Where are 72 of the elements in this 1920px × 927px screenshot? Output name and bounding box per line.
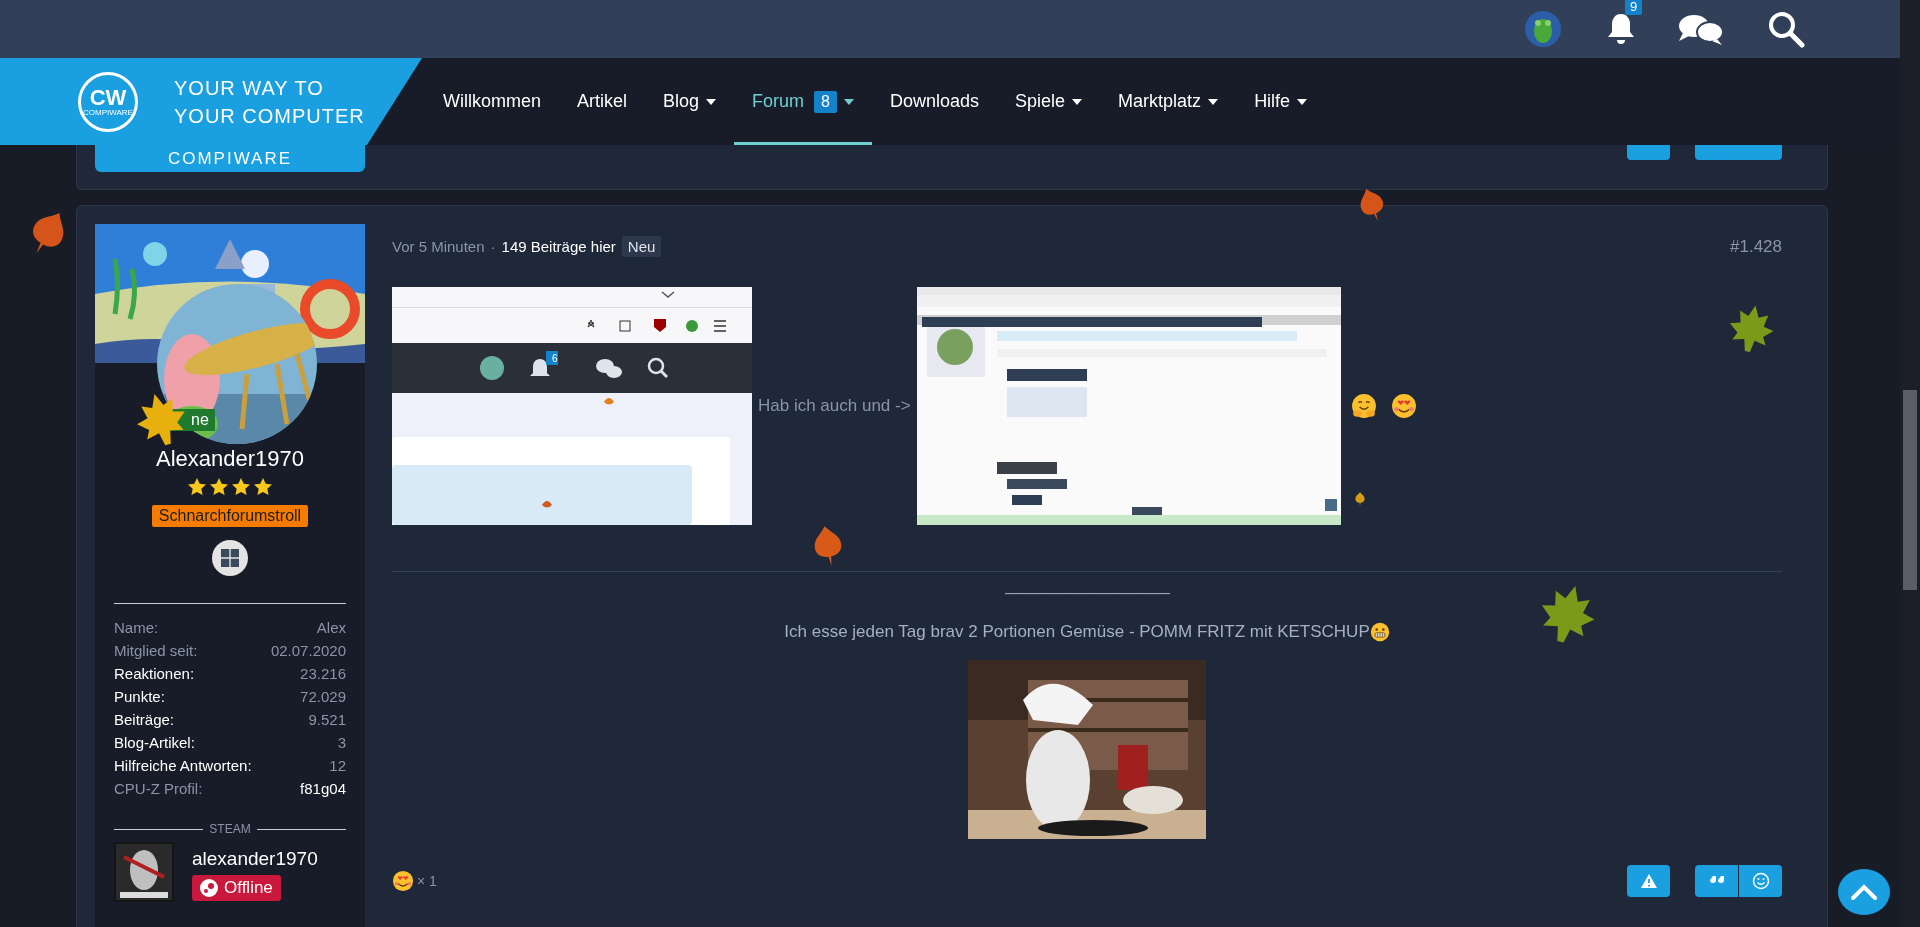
smiley-icon [1751, 872, 1770, 890]
report-button[interactable] [1627, 865, 1670, 897]
star-icon [188, 478, 206, 496]
windows-icon [212, 540, 248, 576]
stat-value: Alex [316, 618, 346, 637]
logo-small-text: COMPIWARE [83, 108, 133, 117]
nav-link[interactable]: Artikel [559, 61, 646, 145]
post-time[interactable]: Vor 5 Minuten [392, 238, 485, 255]
nav-link[interactable]: Blog [645, 61, 735, 145]
signature-divider: ------------------------------------------------------- [1003, 586, 1171, 600]
notification-badge[interactable]: 9 [1625, 0, 1643, 15]
nav-link[interactable]: Spiele [997, 61, 1101, 145]
nav-link[interactable]: Downloads [872, 61, 998, 145]
nav-link[interactable]: Hilfe [1236, 61, 1326, 145]
stat-label: Reaktionen: [114, 664, 195, 683]
steam-name[interactable]: alexander1970 [192, 848, 318, 870]
stat-value: 02.07.2020 [270, 641, 346, 660]
count-badge: 8 [814, 90, 837, 113]
star-icon [210, 478, 228, 496]
caret-icon [844, 98, 854, 105]
chevron-up-icon [1851, 884, 1877, 900]
nav-link[interactable]: Willkommen [425, 61, 559, 145]
heart-face-icon [392, 870, 414, 892]
chat-icon[interactable] [1677, 13, 1725, 45]
stat-value: 23.216 [300, 664, 346, 683]
caret-icon [706, 98, 717, 105]
caret-icon [1297, 98, 1308, 105]
avatar-icon[interactable] [1525, 11, 1561, 47]
notification-count: 6 [552, 353, 558, 364]
stat-value: f81g04 [300, 779, 346, 798]
section-heading: STEAM [209, 822, 251, 836]
post-count: 149 Beiträge hier [501, 238, 616, 255]
logo-slogan: YOUR WAY TO [174, 75, 325, 100]
star-icon [232, 478, 250, 496]
hug-icon [1350, 393, 1377, 419]
stat-label: CPU-Z Profil: [114, 779, 203, 798]
signature-text: Ich esse jeden Tag brav 2 Portionen Gemüse - POMM FRITZ mit KETSCHUP [784, 622, 1370, 642]
warning-icon [1640, 874, 1657, 888]
stat-value: 72.029 [300, 687, 346, 706]
stat-label: Blog-Artikel: [114, 733, 195, 752]
scrollbar[interactable] [1900, 0, 1920, 927]
stat-label: Punkte: [114, 687, 165, 706]
inline-text: Hab ich auch und -> [757, 396, 912, 416]
user-title: Schnarchforumstroll [151, 505, 309, 527]
react-button[interactable] [1739, 865, 1782, 897]
search-icon[interactable] [1767, 10, 1805, 48]
star-icon [254, 478, 272, 496]
stat-label: Name: [114, 618, 159, 637]
username[interactable]: Alexander1970 [156, 446, 304, 472]
grin-icon [1369, 622, 1390, 642]
stat-value: 3 [337, 733, 346, 752]
logo-slogan: YOUR COMPUTER [174, 103, 365, 128]
nav-link[interactable]: Marktplatz [1100, 61, 1237, 145]
new-label: Neu [621, 236, 662, 257]
caret-icon [1208, 98, 1219, 105]
caret-icon [1072, 98, 1083, 105]
steam-icon [200, 879, 218, 897]
stat-value: 9.521 [308, 710, 346, 729]
heart-face-icon [1390, 393, 1417, 419]
separator: · [490, 238, 496, 255]
quote-icon [1709, 876, 1724, 886]
status-text: Offline [224, 878, 273, 898]
post-number[interactable]: #1.428 [1730, 236, 1782, 257]
bell-icon[interactable] [1605, 12, 1637, 46]
stat-label: Beiträge: [114, 710, 175, 729]
scroll-top-button[interactable] [1838, 869, 1890, 915]
quote-button[interactable] [1695, 865, 1738, 897]
logo-letters: CW [89, 86, 127, 109]
reaction-count[interactable]: × 1 [417, 873, 437, 889]
stat-value: 12 [329, 756, 346, 775]
stat-label: Hilfreiche Antworten: [114, 756, 252, 775]
stat-label: Mitglied seit: [114, 641, 198, 660]
